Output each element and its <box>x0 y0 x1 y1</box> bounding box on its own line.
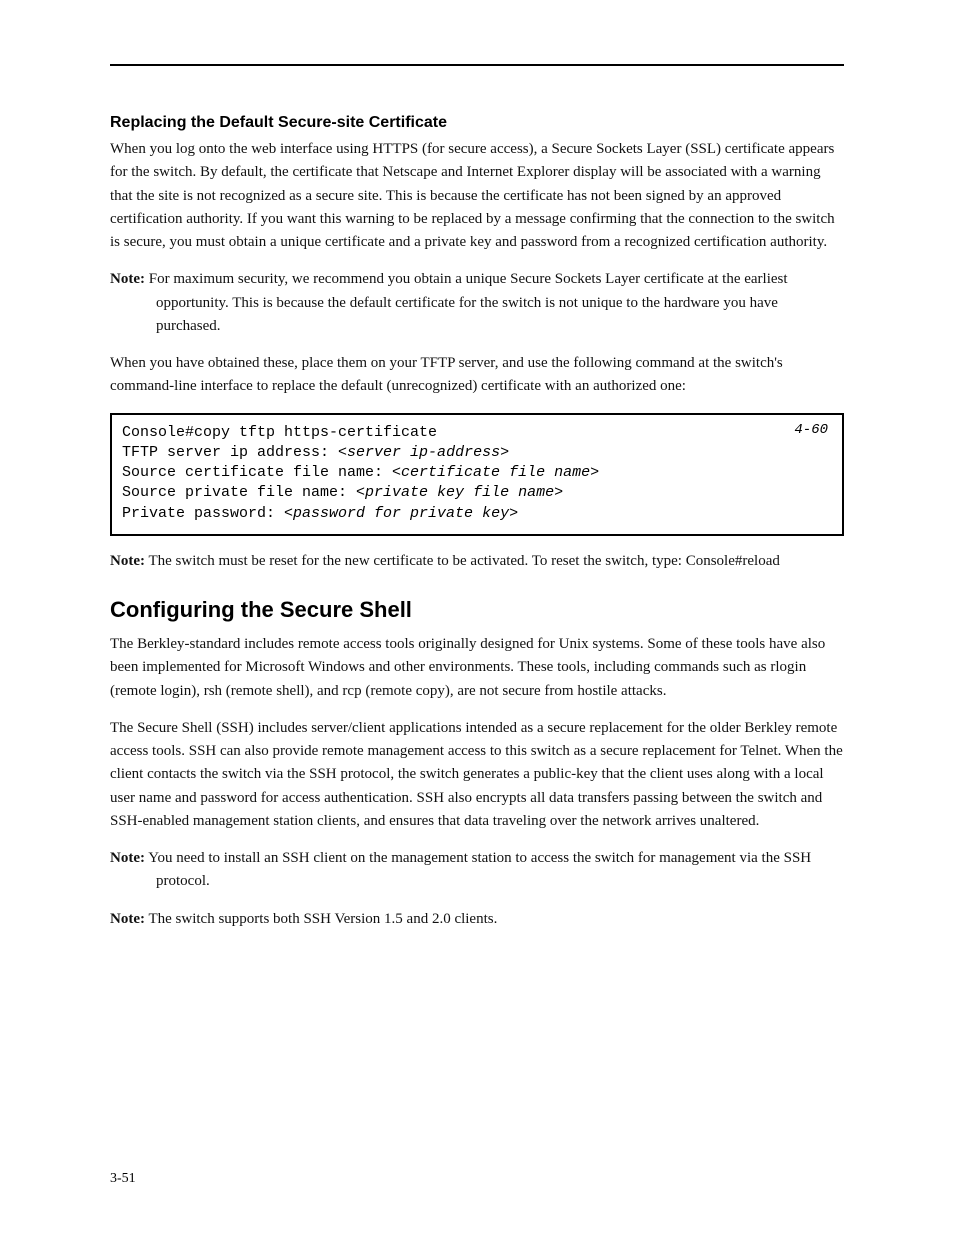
document-page: Replacing the Default Secure-site Certif… <box>0 0 954 1235</box>
code-placeholder: private key file name <box>365 484 554 501</box>
code-line-prefix: Private password: < <box>122 505 293 522</box>
paragraph: The Berkley-standard includes remote acc… <box>110 633 844 703</box>
code-page-ref: 4-60 <box>794 421 828 440</box>
code-block: 4-60Console#copy tftp https-certificate … <box>110 413 844 536</box>
code-line-prefix: Source private file name: < <box>122 484 365 501</box>
header-rule <box>110 64 844 66</box>
note-text: The switch supports both SSH Version 1.5… <box>148 911 497 927</box>
code-line-suffix: > <box>500 444 509 461</box>
code-placeholder: server ip-address <box>347 444 500 461</box>
section-subheading: Replacing the Default Secure-site Certif… <box>110 114 844 132</box>
note-ssh2: Note: The switch supports both SSH Versi… <box>110 908 844 931</box>
page-footer: 3-51 <box>110 1171 844 1187</box>
note-label: Note: <box>110 911 145 927</box>
note-text: The switch must be reset for the new cer… <box>148 553 779 569</box>
code-line-suffix: > <box>509 505 518 522</box>
code-line-prefix: TFTP server ip address: < <box>122 444 347 461</box>
paragraph: When you have obtained these, place them… <box>110 352 844 399</box>
note-text: You need to install an SSH client on the… <box>148 850 811 889</box>
code-line: Console#copy tftp https-certificate <box>122 424 437 441</box>
note-ssh: Note: You need to install an SSH client … <box>110 847 844 894</box>
note-restart: Note: The switch must be reset for the n… <box>110 550 844 573</box>
code-placeholder: password for private key <box>293 505 509 522</box>
note-label: Note: <box>110 271 145 287</box>
note-caution: Note: For maximum security, we recommend… <box>110 268 844 338</box>
note-label: Note: <box>110 850 145 866</box>
paragraph: When you log onto the web interface usin… <box>110 138 844 254</box>
paragraph: The Secure Shell (SSH) includes server/c… <box>110 717 844 833</box>
code-placeholder: certificate file name <box>401 464 590 481</box>
code-line-suffix: > <box>554 484 563 501</box>
code-line-suffix: > <box>590 464 599 481</box>
note-text: For maximum security, we recommend you o… <box>149 271 788 334</box>
section-heading: Configuring the Secure Shell <box>110 597 844 623</box>
code-line-prefix: Source certificate file name: < <box>122 464 401 481</box>
note-label: Note: <box>110 553 145 569</box>
footer-page-number: 3-51 <box>110 1171 136 1186</box>
